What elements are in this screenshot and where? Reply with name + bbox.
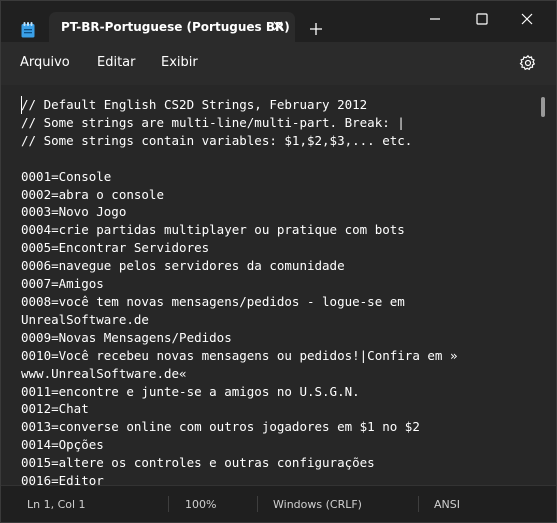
minimize-icon[interactable] (426, 10, 444, 28)
status-divider (418, 496, 419, 512)
notepad-window: PT-BR-Portuguese (Portugues BR) Arquivo … (0, 0, 557, 523)
menu-arquivo[interactable]: Arquivo (20, 55, 70, 70)
title-bar[interactable]: PT-BR-Portuguese (Portugues BR) (1, 1, 556, 42)
status-divider (168, 496, 169, 512)
tab-title: PT-BR-Portuguese (Portugues BR) (61, 20, 290, 34)
close-icon[interactable] (518, 10, 536, 28)
line-ending: Windows (CRLF) (273, 498, 362, 511)
menu-bar: Arquivo Editar Exibir (1, 42, 556, 85)
menu-editar[interactable]: Editar (97, 55, 136, 70)
encoding: ANSI (434, 498, 460, 511)
menu-exibir[interactable]: Exibir (161, 55, 198, 70)
maximize-icon[interactable] (473, 10, 491, 28)
plus-icon[interactable] (308, 21, 324, 37)
close-icon[interactable] (270, 18, 286, 34)
status-bar: Ln 1, Col 1 100% Windows (CRLF) ANSI (1, 485, 556, 522)
zoom-level: 100% (185, 498, 217, 511)
editor-content[interactable]: // Default English CS2D Strings, Februar… (21, 96, 458, 485)
status-divider (257, 496, 258, 512)
tab-document[interactable]: PT-BR-Portuguese (Portugues BR) (49, 12, 295, 42)
text-editor[interactable]: // Default English CS2D Strings, Februar… (1, 85, 556, 485)
notepad-icon (21, 22, 35, 38)
cursor-position: Ln 1, Col 1 (27, 498, 86, 511)
text-caret (21, 96, 22, 114)
scrollbar-thumb[interactable] (541, 97, 545, 117)
gear-icon[interactable] (519, 54, 537, 72)
vertical-scrollbar[interactable] (541, 97, 545, 457)
